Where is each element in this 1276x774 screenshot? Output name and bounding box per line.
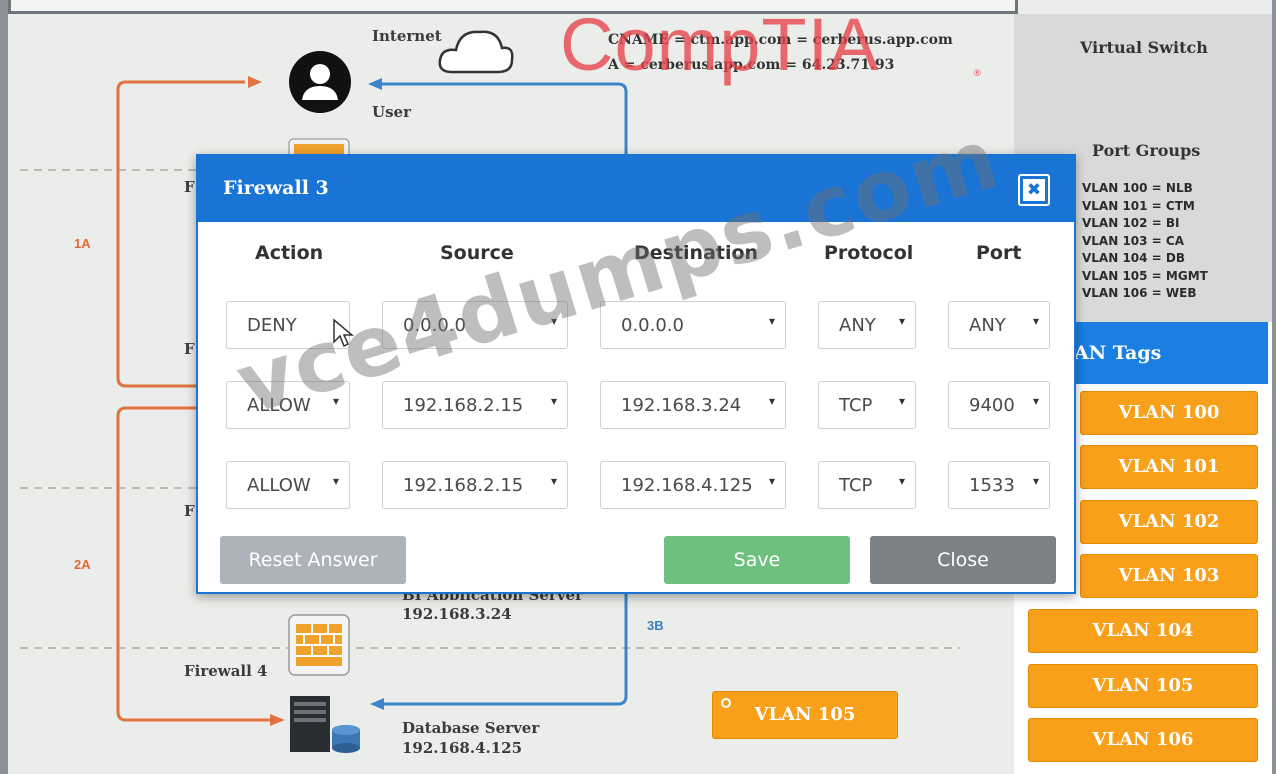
- placed-vlan-tag-label: VLAN 105: [754, 704, 856, 725]
- close-button[interactable]: Close: [870, 536, 1056, 584]
- select-value: ANY: [839, 315, 876, 336]
- flow-label-1a: 1A: [74, 236, 91, 251]
- port-groups-title: Port Groups: [1092, 141, 1201, 160]
- select-value: ALLOW: [247, 475, 311, 496]
- select-value: 192.168.2.15: [403, 475, 524, 496]
- row3-destination-select[interactable]: 192.168.4.125 ▾: [600, 461, 786, 509]
- port-group-item: VLAN 105 = MGMT: [1082, 268, 1208, 283]
- chevron-down-icon: ▾: [550, 474, 557, 488]
- row2-port-select[interactable]: 9400 ▾: [948, 381, 1050, 429]
- firewall-label-partial: F: [184, 178, 195, 196]
- row1-port-select[interactable]: ANY ▾: [948, 301, 1050, 349]
- port-group-item: VLAN 102 = BI: [1082, 216, 1180, 230]
- chevron-down-icon: ▾: [550, 394, 557, 408]
- chevron-down-icon: ▾: [898, 474, 905, 488]
- select-value: 192.168.3.24: [621, 395, 742, 416]
- firewall-label-partial: F: [184, 340, 195, 358]
- chevron-down-icon: ▾: [332, 474, 339, 488]
- port-group-item: VLAN 106 = WEB: [1082, 286, 1197, 300]
- dialog-close-button[interactable]: ✖: [1018, 174, 1050, 206]
- row2-destination-select[interactable]: 192.168.3.24 ▾: [600, 381, 786, 429]
- bi-server-ip: 192.168.3.24: [402, 605, 512, 623]
- row2-protocol-select[interactable]: TCP ▾: [818, 381, 916, 429]
- select-value: 9400: [969, 395, 1015, 416]
- virtual-switch-title: Virtual Switch: [1080, 38, 1208, 57]
- row3-action-select[interactable]: ALLOW ▾: [226, 461, 350, 509]
- save-button[interactable]: Save: [664, 536, 850, 584]
- port-group-item: VLAN 101 = CTM: [1082, 198, 1195, 213]
- chevron-down-icon: ▾: [768, 394, 775, 408]
- dialog-title: Firewall 3: [223, 177, 329, 199]
- chevron-down-icon: ▾: [898, 314, 905, 328]
- chevron-down-icon: ▾: [1032, 314, 1039, 328]
- row3-source-select[interactable]: 192.168.2.15 ▾: [382, 461, 568, 509]
- chevron-down-icon: ▾: [1032, 474, 1039, 488]
- internet-label: Internet: [372, 27, 442, 45]
- tag-handle-icon: [721, 698, 731, 708]
- vlan-tags-header: AN Tags: [1052, 322, 1268, 384]
- reset-answer-button[interactable]: Reset Answer: [220, 536, 406, 584]
- vlan-tag-100[interactable]: VLAN 100: [1080, 391, 1258, 435]
- vlan-tag-103[interactable]: VLAN 103: [1080, 554, 1258, 598]
- user-label: User: [372, 103, 411, 121]
- placed-vlan-tag[interactable]: VLAN 105: [712, 691, 898, 739]
- user-icon: [289, 51, 351, 113]
- registered-mark: ®: [974, 68, 981, 78]
- select-value: 192.168.2.15: [403, 395, 524, 416]
- column-header-action: Action: [255, 242, 324, 264]
- firewall-label-partial: F: [184, 502, 195, 520]
- vlan-tag-105[interactable]: VLAN 105: [1028, 664, 1258, 708]
- select-value: 1533: [969, 475, 1015, 496]
- row1-protocol-select[interactable]: ANY ▾: [818, 301, 916, 349]
- column-header-port: Port: [976, 242, 1022, 264]
- select-value: TCP: [839, 395, 873, 416]
- row3-protocol-select[interactable]: TCP ▾: [818, 461, 916, 509]
- chevron-down-icon: ▾: [1032, 394, 1039, 408]
- row2-source-select[interactable]: 192.168.2.15 ▾: [382, 381, 568, 429]
- flow-label-3b: 3B: [647, 618, 664, 633]
- database-server-icon: [290, 696, 360, 753]
- db-server-ip: 192.168.4.125: [402, 739, 523, 757]
- select-value: TCP: [839, 475, 873, 496]
- chevron-down-icon: ▾: [898, 394, 905, 408]
- firewall-4-label: Firewall 4: [184, 662, 268, 680]
- port-groups-list: VLAN 100 = NLB VLAN 101 = CTM VLAN 102 =…: [1082, 180, 1208, 303]
- port-group-item: VLAN 104 = DB: [1082, 251, 1186, 265]
- close-icon: ✖: [1023, 179, 1045, 201]
- select-value: ANY: [969, 315, 1006, 336]
- vlan-tag-102[interactable]: VLAN 102: [1080, 500, 1258, 544]
- firewall-4-icon: [288, 614, 350, 676]
- select-value: 192.168.4.125: [621, 475, 753, 496]
- chevron-down-icon: ▾: [768, 314, 775, 328]
- vlan-tag-104[interactable]: VLAN 104: [1028, 609, 1258, 653]
- vlan-tag-106[interactable]: VLAN 106: [1028, 718, 1258, 762]
- row3-port-select[interactable]: 1533 ▾: [948, 461, 1050, 509]
- port-group-item: VLAN 103 = CA: [1082, 233, 1184, 248]
- vlan-tag-101[interactable]: VLAN 101: [1080, 445, 1258, 489]
- port-group-item: VLAN 100 = NLB: [1082, 181, 1193, 195]
- chevron-down-icon: ▾: [768, 474, 775, 488]
- flow-label-2a: 2A: [74, 557, 91, 572]
- comptia-logo: CompTIA: [560, 3, 880, 86]
- db-server-name: Database Server: [402, 719, 540, 737]
